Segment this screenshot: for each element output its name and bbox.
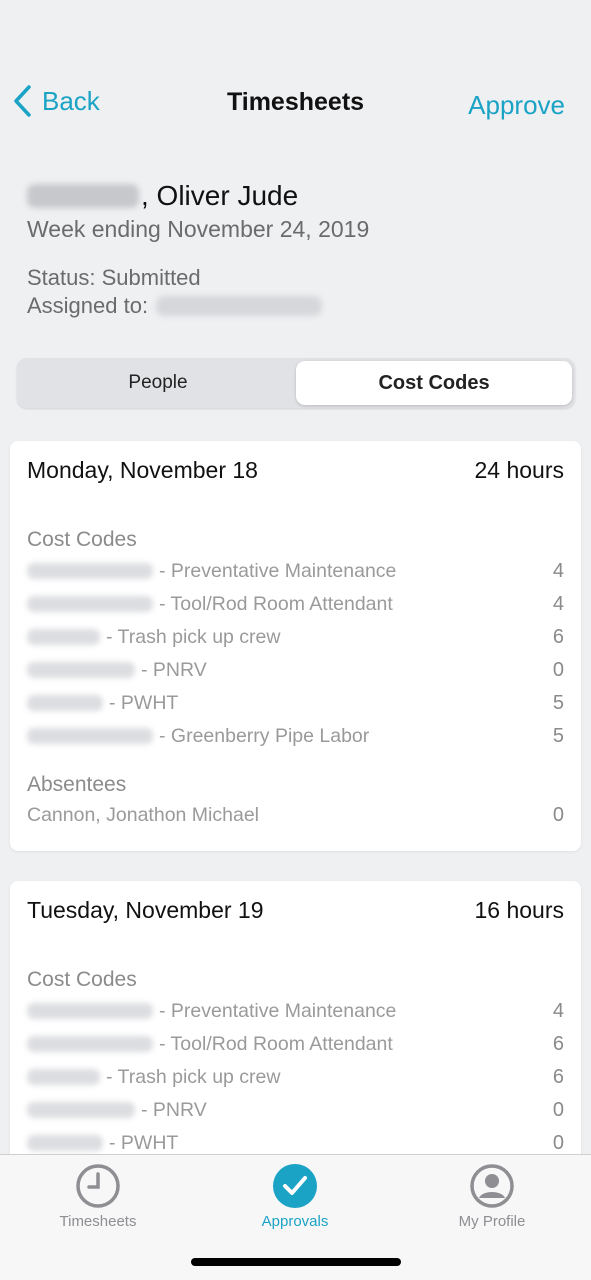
day-total-hours: 24 hours — [474, 457, 564, 483]
cost-code-row: - Trash pick up crew 6 — [27, 622, 564, 652]
redacted-code — [27, 1135, 103, 1151]
tab-approvals[interactable]: Approvals — [215, 1163, 375, 1230]
segment-people[interactable]: People — [20, 361, 296, 405]
cost-code-hours: 4 — [552, 559, 564, 582]
absentee-row: Cannon, Jonathon Michael 0 — [27, 800, 564, 830]
checkmark-circle-icon — [273, 1164, 317, 1208]
cost-code-name: - Tool/Rod Room Attendant — [159, 1032, 393, 1055]
redacted-code — [27, 728, 153, 744]
cost-code-hours: 6 — [552, 625, 564, 648]
cost-code-name: - Greenberry Pipe Labor — [159, 724, 370, 747]
person-icon — [470, 1164, 514, 1208]
day-title: Monday, November 18 — [27, 457, 258, 483]
cost-code-name: - PNRV — [141, 658, 207, 681]
cost-code-row: - Preventative Maintenance 4 — [27, 556, 564, 586]
cost-code-hours: 5 — [552, 691, 564, 714]
cost-codes-label: Cost Codes — [27, 968, 137, 991]
timesheet-header: , Oliver Jude Week ending November 24, 2… — [27, 178, 567, 319]
cost-code-row: - Preventative Maintenance 4 — [27, 996, 564, 1026]
assigned-to: Assigned to: — [27, 293, 567, 319]
status-text: Status: Submitted — [27, 265, 201, 290]
day-card: Monday, November 18 24 hours Cost Codes … — [10, 441, 581, 851]
redacted-surname — [27, 184, 139, 208]
redacted-assignee — [156, 296, 323, 316]
redacted-code — [27, 629, 100, 645]
cost-code-name: - Trash pick up crew — [106, 1065, 281, 1088]
view-segmented-control: People Cost Codes — [17, 358, 575, 408]
cost-code-hours: 0 — [552, 1131, 564, 1154]
cost-code-row: - Greenberry Pipe Labor 5 — [27, 721, 564, 751]
redacted-code — [27, 662, 135, 678]
tab-label: Timesheets — [59, 1213, 137, 1230]
cost-code-hours: 4 — [552, 592, 564, 615]
cost-codes-label: Cost Codes — [27, 528, 137, 551]
cost-code-name: - Preventative Maintenance — [159, 559, 397, 582]
cost-code-name: - Tool/Rod Room Attendant — [159, 592, 393, 615]
week-ending: Week ending November 24, 2019 — [27, 216, 370, 242]
tab-my-profile[interactable]: My Profile — [412, 1163, 572, 1230]
tab-label: My Profile — [458, 1213, 526, 1230]
cost-code-row: - PWHT 5 — [27, 688, 564, 718]
cost-code-name: - PWHT — [109, 1131, 179, 1154]
employee-name: , Oliver Jude — [27, 178, 567, 214]
cost-code-row: - PNRV 0 — [27, 655, 564, 685]
redacted-code — [27, 1102, 135, 1118]
tab-timesheets[interactable]: Timesheets — [18, 1163, 178, 1230]
employee-given-names: , Oliver Jude — [141, 180, 299, 211]
redacted-code — [27, 695, 103, 711]
redacted-code — [27, 1069, 100, 1085]
absentee-name: Cannon, Jonathon Michael — [27, 803, 259, 826]
absentee-hours: 0 — [552, 803, 564, 826]
cost-code-hours: 0 — [552, 658, 564, 681]
redacted-code — [27, 1036, 153, 1052]
day-total-hours: 16 hours — [474, 897, 564, 923]
approve-button[interactable]: Approve — [468, 90, 565, 121]
tab-label: Approvals — [261, 1213, 329, 1230]
day-card: Tuesday, November 19 16 hours Cost Codes… — [10, 881, 581, 1181]
cost-code-hours: 5 — [552, 724, 564, 747]
redacted-code — [27, 563, 153, 579]
day-header: Monday, November 18 24 hours — [27, 457, 564, 484]
absentees-label: Absentees — [27, 773, 127, 796]
cost-code-name: - PWHT — [109, 691, 179, 714]
day-header: Tuesday, November 19 16 hours — [27, 897, 564, 924]
assigned-label: Assigned to: — [27, 293, 149, 318]
navigation-bar: Back Timesheets Approve — [0, 78, 591, 132]
redacted-code — [27, 1003, 153, 1019]
cost-code-row: - PNRV 0 — [27, 1095, 564, 1125]
cost-code-hours: 6 — [552, 1065, 564, 1088]
home-indicator — [191, 1258, 401, 1266]
cost-code-row: - Trash pick up crew 6 — [27, 1062, 564, 1092]
segment-cost-codes[interactable]: Cost Codes — [296, 361, 572, 405]
cost-code-row: - Tool/Rod Room Attendant 6 — [27, 1029, 564, 1059]
day-title: Tuesday, November 19 — [27, 897, 264, 923]
cost-code-name: - Preventative Maintenance — [159, 999, 397, 1022]
cost-code-hours: 0 — [552, 1098, 564, 1121]
cost-code-hours: 4 — [552, 999, 564, 1022]
cost-code-row: - Tool/Rod Room Attendant 4 — [27, 589, 564, 619]
clock-icon — [76, 1164, 120, 1208]
cost-code-hours: 6 — [552, 1032, 564, 1055]
cost-code-name: - PNRV — [141, 1098, 207, 1121]
cost-code-name: - Trash pick up crew — [106, 625, 281, 648]
redacted-code — [27, 596, 153, 612]
